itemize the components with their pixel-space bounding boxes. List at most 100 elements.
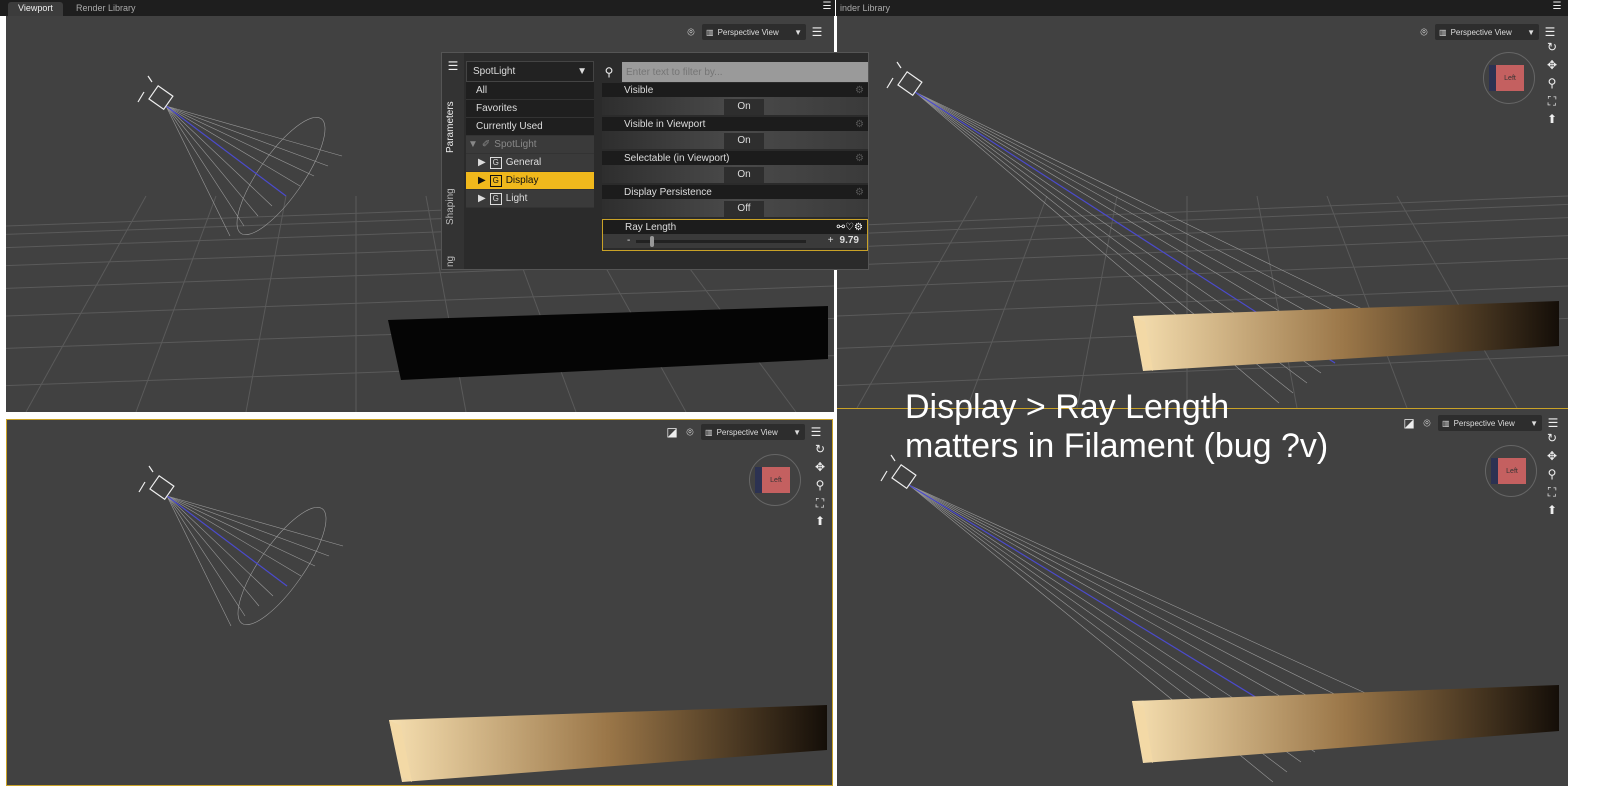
viewport-toolbar: ⌾ ▥ Perspective View ▼ ☰ [684,24,824,40]
reset-view-icon[interactable]: ⬆ [1545,112,1559,126]
view-cube[interactable]: Left [749,454,801,506]
view-select[interactable]: ▥ Perspective View ▼ [702,24,806,40]
pan-icon[interactable]: ✥ [813,460,827,474]
property-display-persistence: Display Persistence ⚙ Off [602,185,868,219]
spotlight-icon: ✐ [481,139,491,150]
viewport-menu-icon[interactable]: ☰ [809,425,823,439]
view-cube-face[interactable]: Left [762,467,790,493]
view-cube-face[interactable]: Left [1498,458,1526,484]
link-icon[interactable]: ⚯ [837,222,845,233]
chevron-down-icon: ▼ [793,427,801,437]
chevron-down-icon: ▼ [1527,27,1535,37]
orbit-icon[interactable]: ↻ [1545,431,1559,445]
toggle-selectable[interactable]: On [602,165,868,185]
frame-icon[interactable]: ⛶ [1545,94,1559,108]
tab-parameters[interactable]: Parameters [445,101,456,153]
orbit-icon[interactable]: ↻ [813,442,827,456]
orbit-icon[interactable]: ↻ [1545,40,1559,54]
zoom-icon[interactable]: ⚲ [1545,467,1559,481]
gear-icon[interactable]: ⚙ [855,187,864,198]
property-label: Visible in Viewport [624,118,706,130]
viewport-menu-icon[interactable]: ☰ [1546,416,1560,430]
increment-button[interactable]: + [828,233,834,249]
gear-icon[interactable]: ⚙ [854,222,863,233]
tab-render-library-right[interactable]: inder Library [830,2,900,16]
node-select[interactable]: SpotLight ▼ [466,61,594,82]
property-label: Ray Length [625,221,677,233]
viewport-bottom-left[interactable]: ◪ ⌾ ▥ Perspective View ▼ ☰ Left ↻ ✥ ⚲ ⛶ ⬆ [6,419,833,786]
shading-toggle-icon[interactable]: ◪ [665,425,679,439]
viewport-top-right[interactable]: ⌾ ▥ Perspective View ▼ ☰ Left ↻ ✥ ⚲ ⛶ ⬆ [837,16,1568,408]
light-preview-icon[interactable]: ⌾ [684,25,698,39]
viewport-menu-icon[interactable]: ☰ [810,25,824,39]
slider-handle[interactable] [650,235,655,247]
box-mesh [388,306,828,380]
toggle-display-persistence[interactable]: Off [602,199,868,219]
search-icon[interactable]: ⚲ [602,65,616,79]
filter-currently-used[interactable]: Currently Used [466,118,594,136]
view-cube-face[interactable]: Left [1496,65,1524,91]
ray-length-slider[interactable]: - + 9.79 [603,234,867,250]
reset-view-icon[interactable]: ⬆ [1545,503,1559,517]
tree-root-label: SpotLight [494,139,537,150]
view-cube[interactable]: Left [1483,52,1535,104]
camera-icon: ▥ [705,427,713,437]
filter-all[interactable]: All [466,82,594,100]
gear-icon[interactable]: ⚙ [855,153,864,164]
favorite-heart-icon[interactable]: ♡ [845,222,854,233]
box-mesh [1132,685,1559,763]
view-cube[interactable]: Left [1485,445,1537,497]
slider-track[interactable] [636,235,807,247]
property-label: Display Persistence [624,186,712,198]
zoom-icon[interactable]: ⚲ [813,478,827,492]
tree-group-general[interactable]: ▶ G General [466,154,594,172]
property-tree: SpotLight ▼ All Favorites Currently Used … [466,61,594,208]
filter-favorites[interactable]: Favorites [466,100,594,118]
group-label: Light [505,193,528,204]
tree-root-spotlight[interactable]: ▼ ✐ SpotLight [466,136,594,154]
reset-view-icon[interactable]: ⬆ [813,514,827,528]
ray-length-value[interactable]: 9.79 [840,233,859,249]
navigation-tools: ↻ ✥ ⚲ ⛶ ⬆ [1545,431,1559,517]
gear-icon[interactable]: ⚙ [855,119,864,130]
tab-partial[interactable]: ng [445,256,456,267]
light-rays [166,495,344,627]
chevron-down-icon: ▼ [794,27,802,37]
pan-icon[interactable]: ✥ [1545,449,1559,463]
chevron-down-icon: ▼ [577,66,587,77]
light-preview-icon[interactable]: ⌾ [683,425,697,439]
ground-grid [837,195,1568,408]
toggle-visible-in-viewport[interactable]: On [602,131,868,151]
pan-icon[interactable]: ✥ [1545,58,1559,72]
frame-icon[interactable]: ⛶ [813,496,827,510]
view-select[interactable]: ▥ Perspective View ▼ [1435,24,1539,40]
tree-group-light[interactable]: ▶ G Light [466,190,594,208]
scene [837,61,1568,408]
filter-input[interactable] [622,62,868,82]
property-visible: Visible ⚙ On [602,83,868,117]
light-preview-icon[interactable]: ⌾ [1420,416,1434,430]
light-preview-icon[interactable]: ⌾ [1417,25,1431,39]
zoom-icon[interactable]: ⚲ [1545,76,1559,90]
property-ray-length: Ray Length ⚯♡⚙ - + 9.79 [602,219,868,251]
expand-icon: ▼ [468,139,478,150]
frame-icon[interactable]: ⛶ [1545,485,1559,499]
toggle-visible[interactable]: On [602,97,868,117]
viewport-menu-icon[interactable]: ☰ [1543,25,1557,39]
view-select[interactable]: ▥ Perspective View ▼ [701,424,805,440]
spotlight-icon [138,465,175,501]
property-selectable: Selectable (in Viewport) ⚙ On [602,151,868,185]
view-select[interactable]: ▥ Perspective View ▼ [1438,415,1542,431]
pane-menu-icon[interactable]: ☰ [1550,0,1564,14]
tab-render-library[interactable]: Render Library [66,2,146,16]
tab-viewport[interactable]: Viewport [8,2,63,16]
gear-icon[interactable]: ⚙ [855,85,864,96]
panel-menu-icon[interactable]: ☰ [446,59,460,73]
tab-shaping[interactable]: Shaping [445,188,456,225]
decrement-button[interactable]: - [627,233,630,249]
view-cube-side [1489,65,1496,91]
camera-icon: ▥ [706,27,714,37]
shading-toggle-icon[interactable]: ◪ [1402,416,1416,430]
tree-group-display[interactable]: ▶ G Display [466,172,594,190]
viewport-toolbar: ◪ ⌾ ▥ Perspective View ▼ ☰ [665,424,823,440]
